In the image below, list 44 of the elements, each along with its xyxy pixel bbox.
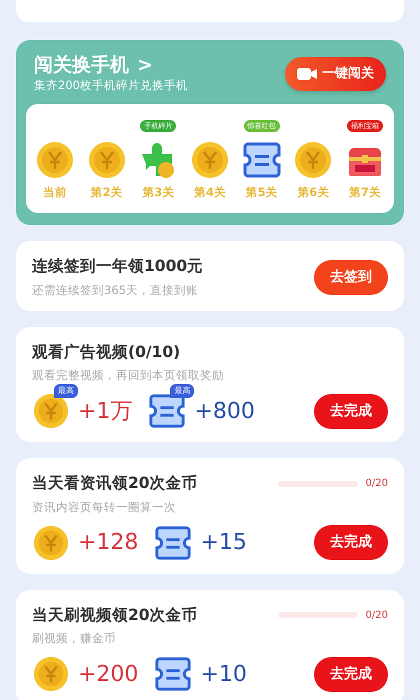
task-button[interactable]: 去签到 (314, 260, 388, 295)
task-description: 观看完整视频，再回到本页领取奖励 (32, 367, 224, 384)
ticket-icon (242, 140, 282, 180)
level-label: 第6关 (297, 184, 330, 202)
task-button[interactable]: 去完成 (314, 394, 388, 429)
level-label: 第2关 (90, 184, 123, 202)
level-label: 第3关 (142, 184, 174, 202)
level-label: 第4关 (194, 184, 226, 202)
progress-count: 0/20 (366, 608, 388, 623)
level-label: 第5关 (246, 184, 278, 202)
reward-amount: +200 (78, 660, 138, 689)
reward-amount: +800 (194, 398, 255, 426)
task-description: 还需连续签到365天，直接到账 (32, 282, 199, 299)
max-badge: 最高 (54, 384, 78, 398)
coin-icon (32, 524, 70, 562)
ticket-icon (148, 392, 186, 430)
coin-icon (86, 140, 127, 180)
level-label: 当前 (43, 184, 67, 202)
task-title: 连续签到一年领1000元 (32, 256, 204, 278)
task-title: 当天刷视频领20次金币 (32, 604, 198, 626)
challenge-button[interactable]: 一键闯关 (285, 57, 386, 91)
task-title: 当天看资讯领20次金币 (32, 473, 198, 494)
task-description: 刷视频，赚金币 (32, 630, 117, 648)
reward-amount: +10 (200, 660, 247, 689)
coin-icon (32, 655, 70, 694)
coin-icon (35, 140, 75, 180)
task-button[interactable]: 去完成 (314, 656, 388, 692)
task-description: 资讯内容页每转一圈算一次 (32, 498, 177, 516)
reward-amount: +128 (78, 529, 138, 558)
coin-icon (190, 140, 230, 180)
task-title: 观看广告视频(0/10) (32, 342, 182, 363)
progress-count: 0/20 (366, 477, 388, 492)
section-subtitle: 集齐200枚手机碎片兑换手机 (34, 76, 188, 94)
reward-amount: +1万 (78, 398, 132, 426)
level-label: 第7关 (348, 184, 381, 202)
reward-amount: +15 (200, 529, 247, 558)
ticket-icon (154, 655, 192, 694)
ticket-icon (154, 524, 192, 562)
task-button[interactable]: 去完成 (314, 525, 388, 560)
coin-icon (293, 140, 334, 180)
coin-icon (32, 392, 70, 430)
camera-icon (297, 67, 317, 82)
section-title: 闯关换手机 (34, 54, 129, 77)
max-badge: 最高 (170, 384, 194, 398)
